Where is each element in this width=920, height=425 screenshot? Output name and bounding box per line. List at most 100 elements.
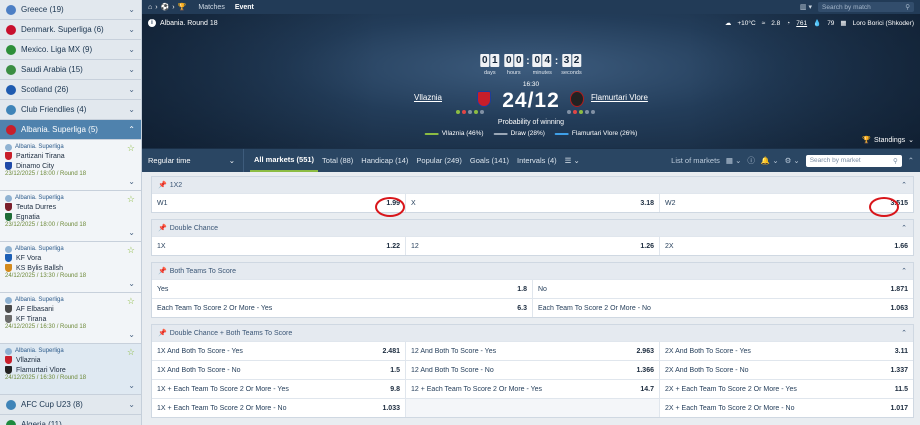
market-header[interactable]: 📌 Double Chance ⌃ — [152, 220, 913, 236]
favorite-star-icon[interactable]: ☆ — [127, 245, 135, 256]
odds-cell[interactable]: X 3.18 — [406, 193, 660, 212]
team-logo-icon — [5, 203, 12, 211]
sidebar-championship[interactable]: Denmark. Superliga (6) ⌄ — [0, 20, 141, 40]
sidebar-championship[interactable]: Scotland (26) ⌄ — [0, 80, 141, 100]
markets-bar: Regular time ⌄ All markets (551) Total (88… — [142, 148, 920, 172]
odds-cell[interactable]: No 1.871 — [533, 279, 913, 298]
chevron-down-icon[interactable]: ⌄ — [128, 330, 135, 339]
sidebar-match[interactable]: Albania. Superliga Teuta Durres Egnatia 23/… — [0, 191, 141, 242]
more-tabs-icon[interactable]: ☰ ⌄ — [565, 156, 580, 165]
sidebar-match[interactable]: Albania. Superliga Partizani Tirana Dinamo… — [0, 140, 141, 191]
team-row: Partizani Tirana — [5, 151, 136, 161]
sidebar-match[interactable]: Albania. Superliga AF Elbasani KF Tirana 24… — [0, 293, 141, 344]
chevron-down-icon[interactable]: ⌄ — [128, 228, 135, 237]
tab-event[interactable]: Event — [235, 4, 254, 11]
sidebar-championship[interactable]: Mexico. Liga MX (9) ⌄ — [0, 40, 141, 60]
odds-cell[interactable]: 2X And Both To Score - Yes 3.11 — [660, 341, 913, 360]
pin-icon[interactable]: 📌 — [158, 267, 167, 275]
trophy-icon[interactable]: 🏆 — [178, 3, 187, 11]
sidebar-championship[interactable]: Greece (19) ⌄ — [0, 0, 141, 20]
odds-cell[interactable]: 2X + Each Team To Score 2 Or More - Yes 1… — [660, 379, 913, 398]
pin-icon[interactable]: 📌 — [158, 329, 167, 337]
chevron-down-icon[interactable]: ⌄ — [128, 279, 135, 288]
chevron-up-icon[interactable]: ⌃ — [901, 181, 907, 189]
odds-cell[interactable]: Each Team To Score 2 Or More - Yes 6.3 — [152, 298, 533, 317]
sidebar-championship[interactable]: Saudi Arabia (15) ⌄ — [0, 60, 141, 80]
sidebar-match[interactable]: Albania. Superliga KF Vora KS Bylis Ballsh… — [0, 242, 141, 293]
market-header[interactable]: 📌 1X2 ⌃ — [152, 177, 913, 193]
favorite-star-icon[interactable]: ☆ — [127, 347, 135, 358]
odds-cell[interactable]: W1 1.99 — [152, 193, 406, 212]
odds-cell[interactable]: 1X + Each Team To Score 2 Or More - No 1.… — [152, 398, 406, 417]
odds-cell[interactable]: 12 + Each Team To Score 2 Or More - Yes 1… — [406, 379, 660, 398]
favorite-star-icon[interactable]: ☆ — [127, 194, 135, 205]
chevron-up-icon[interactable]: ⌃ — [901, 329, 907, 337]
bell-icon[interactable]: 🔔 ⌄ — [761, 156, 779, 165]
home-icon[interactable]: ⌂ — [148, 4, 152, 11]
team-row: Dinamo City — [5, 161, 136, 171]
sidebar-championship[interactable]: Algeria (11) ⌄ — [0, 415, 141, 425]
chevron-down-icon[interactable]: ⌄ — [128, 85, 135, 94]
info-icon[interactable]: ⓘ — [747, 155, 755, 166]
chevron-up-icon[interactable]: ⌃ — [901, 267, 907, 275]
match-search-input[interactable]: Search by match ⚲ — [818, 2, 914, 12]
chevron-down-icon[interactable]: ⌄ — [128, 177, 135, 186]
odds-cell[interactable]: 2X 1.66 — [660, 236, 913, 255]
chevron-down-icon[interactable]: ⌄ — [128, 5, 135, 14]
chevron-down-icon[interactable]: ⌄ — [128, 400, 135, 409]
tab-matches[interactable]: Matches — [198, 4, 224, 11]
chevron-up-icon[interactable]: ⌃ — [901, 224, 907, 232]
market-tab[interactable]: All markets (551) — [250, 149, 319, 172]
odds-cell[interactable]: Yes 1.8 — [152, 279, 533, 298]
standings-button[interactable]: 🏆 Standings ⌄ — [862, 136, 914, 145]
chevron-down-icon[interactable]: ⌄ — [128, 381, 135, 390]
market-tab[interactable]: Total (88) — [318, 149, 357, 172]
odds-cell[interactable]: Each Team To Score 2 Or More - No 1.063 — [533, 298, 913, 317]
sidebar-championship[interactable]: AFC Cup U23 (8) ⌄ — [0, 395, 141, 415]
market-tab[interactable]: Popular (249) — [412, 149, 465, 172]
chevron-up-icon[interactable]: ⌃ — [128, 125, 135, 134]
cloud-icon: ☁ — [724, 20, 732, 27]
favorite-star-icon[interactable]: ☆ — [127, 143, 135, 154]
timer-digit: 3 — [561, 54, 571, 67]
list-of-markets-button[interactable]: List of markets — [671, 156, 720, 165]
league-icon — [5, 245, 12, 253]
odds-cell[interactable]: 2X + Each Team To Score 2 Or More - No 1.… — [660, 398, 913, 417]
market-tab[interactable]: Intervals (4) — [513, 149, 561, 172]
league-name: Albania. Superliga — [15, 297, 64, 303]
odds-cell[interactable]: 1X And Both To Score - No 1.5 — [152, 360, 406, 379]
sidebar-championship[interactable]: Albania. Superliga (5) ⌃ — [0, 120, 141, 140]
pin-icon[interactable]: 📌 — [158, 181, 167, 189]
info-icon[interactable]: i — [148, 19, 156, 27]
odds-cell[interactable]: 12 1.26 — [406, 236, 660, 255]
soccer-ball-icon[interactable]: ⚽ — [161, 3, 170, 11]
sidebar-championship[interactable]: Club Friendlies (4) ⌄ — [0, 100, 141, 120]
chevron-down-icon[interactable]: ⌄ — [128, 45, 135, 54]
market-header[interactable]: 📌 Both Teams To Score ⌃ — [152, 263, 913, 279]
pin-icon[interactable]: 📌 — [158, 224, 167, 232]
odds-value: 2.963 — [636, 347, 654, 355]
sidebar-match[interactable]: Albania. Superliga Vllaznia Flamurtari Vlo… — [0, 344, 141, 395]
market-header[interactable]: 📌 Double Chance + Both Teams To Score ⌃ — [152, 325, 913, 341]
chevron-down-icon[interactable]: ⌄ — [128, 105, 135, 114]
odds-cell[interactable]: 1X 1.22 — [152, 236, 406, 255]
market-tab[interactable]: Handicap (14) — [357, 149, 412, 172]
chevron-down-icon[interactable]: ⌄ — [128, 65, 135, 74]
grid-icon[interactable]: ▦ ⌄ — [726, 156, 741, 165]
odds-cell[interactable]: 12 And Both To Score - Yes 2.963 — [406, 341, 660, 360]
chevron-down-icon[interactable]: ⌄ — [128, 420, 135, 425]
stats-icon[interactable]: ▥ ▾ — [800, 3, 812, 11]
odds-cell[interactable]: 12 And Both To Score - No 1.366 — [406, 360, 660, 379]
odds-cell[interactable]: 1X And Both To Score - Yes 2.481 — [152, 341, 406, 360]
home-team-link[interactable]: Vllaznia — [414, 93, 442, 102]
favorite-star-icon[interactable]: ☆ — [127, 296, 135, 307]
period-select[interactable]: Regular time ⌄ — [148, 149, 244, 172]
odds-cell[interactable]: 1X + Each Team To Score 2 Or More - Yes 9… — [152, 379, 406, 398]
gear-icon[interactable]: ⚙ ⌄ — [785, 156, 800, 165]
away-team-link[interactable]: Flamurtari Vlore — [591, 93, 648, 102]
odds-cell[interactable]: 2X And Both To Score - No 1.337 — [660, 360, 913, 379]
market-search-input[interactable]: Search by market ⚲ — [805, 154, 902, 167]
market-tab[interactable]: Goals (141) — [466, 149, 513, 172]
chevron-down-icon[interactable]: ⌄ — [128, 25, 135, 34]
collapse-all-icon[interactable]: ⌃ — [908, 156, 914, 165]
